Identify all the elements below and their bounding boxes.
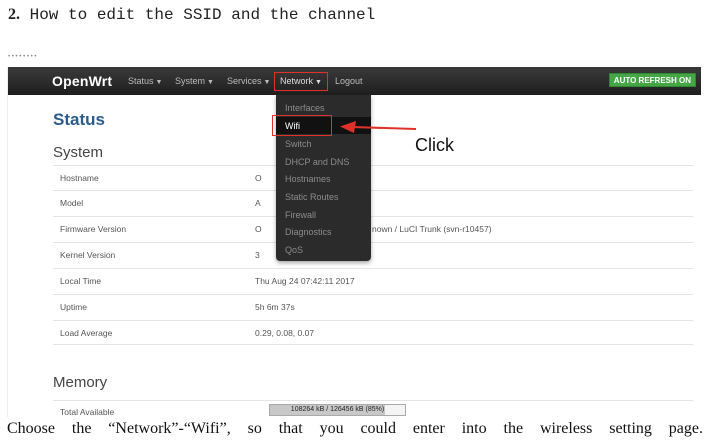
row-key: Kernel Version — [60, 250, 116, 260]
luci-screenshot: OpenWrt Status ▼ System ▼ Services ▼ Networ… — [7, 67, 701, 417]
wifi-highlight-box — [272, 115, 332, 136]
row-value: 5h 6m 37s — [255, 302, 295, 312]
table-row: Load Average 0.29, 0.08, 0.07 — [53, 320, 693, 345]
row-value: O — [255, 224, 262, 234]
table-row: Hostname O — [53, 165, 693, 190]
table-row: Local Time Thu Aug 24 07:42:11 2017 — [53, 268, 693, 293]
click-annotation: Click — [415, 135, 454, 155]
memory-row: Total Available 108264 kB / 126456 kB (8… — [53, 400, 693, 417]
nav-logout[interactable]: Logout — [335, 76, 363, 86]
nav-network[interactable]: Network ▼ — [274, 72, 328, 91]
row-key: Model — [60, 198, 84, 208]
menu-item-interfaces[interactable]: Interfaces — [285, 103, 325, 113]
row-key: Local Time — [60, 276, 102, 286]
nav-system[interactable]: System ▼ — [175, 76, 214, 86]
chevron-down-icon: ▼ — [155, 79, 163, 86]
chevron-down-icon: ▼ — [315, 79, 322, 86]
row-value: O — [255, 173, 262, 183]
table-row: Model A — [53, 190, 693, 215]
menu-item-switch[interactable]: Switch — [285, 139, 312, 149]
auto-refresh-badge[interactable]: AUTO REFRESH ON — [608, 73, 696, 87]
nav-network-label: Network — [280, 76, 314, 86]
table-row: Kernel Version 3 — [53, 242, 693, 267]
brand-logo[interactable]: OpenWrt — [52, 73, 112, 89]
row-value: 3 — [255, 250, 260, 260]
memory-section-title: Memory — [53, 374, 108, 391]
tiny-caption: • • • • • • • • — [8, 54, 37, 60]
nav-services[interactable]: Services ▼ — [227, 76, 270, 86]
menu-item-firewall[interactable]: Firewall — [285, 210, 316, 220]
row-key: Total Available — [60, 407, 115, 417]
menu-item-qos[interactable]: QoS — [285, 245, 303, 255]
table-row: Firmware Version Onown / LuCI Trunk (svn-… — [53, 216, 693, 241]
top-navbar: OpenWrt Status ▼ System ▼ Services ▼ Networ… — [8, 67, 701, 95]
row-key: Uptime — [60, 302, 87, 312]
step-title: How to edit the SSID and the channel — [20, 6, 376, 24]
chevron-down-icon: ▼ — [207, 79, 214, 86]
menu-item-dhcp-dns[interactable]: DHCP and DNS — [285, 157, 349, 167]
menu-item-diagnostics[interactable]: Diagnostics — [285, 227, 332, 237]
row-key: Firmware Version — [60, 224, 127, 234]
chevron-down-icon: ▼ — [263, 79, 271, 86]
row-value-right: nown / LuCI Trunk (svn-r10457) — [372, 224, 492, 234]
row-key: Load Average — [60, 328, 113, 338]
row-value: 0.29, 0.08, 0.07 — [255, 328, 315, 338]
table-row: Uptime 5h 6m 37s — [53, 294, 693, 319]
nav-services-label: Services — [227, 76, 262, 86]
nav-status-label: Status — [128, 76, 154, 86]
row-value: A — [255, 198, 261, 208]
row-key: Hostname — [60, 173, 99, 183]
memory-progress-bar: 108264 kB / 126456 kB (85%) — [269, 404, 406, 416]
step-number: 2. — [8, 6, 20, 23]
instruction-text: Choose the “Network”-“Wifi”, so that you… — [7, 420, 703, 437]
progress-text: 108264 kB / 126456 kB (85%) — [290, 406, 385, 413]
arrow-left-icon — [340, 121, 417, 133]
menu-item-static-routes[interactable]: Static Routes — [285, 192, 339, 202]
menu-item-hostnames[interactable]: Hostnames — [285, 174, 331, 184]
page-title: Status — [53, 110, 105, 129]
nav-status[interactable]: Status ▼ — [128, 76, 162, 86]
nav-system-label: System — [175, 76, 206, 86]
row-value: Thu Aug 24 07:42:11 2017 — [255, 276, 355, 286]
step-heading: 2. How to edit the SSID and the channel — [8, 6, 375, 24]
system-section-title: System — [53, 144, 104, 161]
